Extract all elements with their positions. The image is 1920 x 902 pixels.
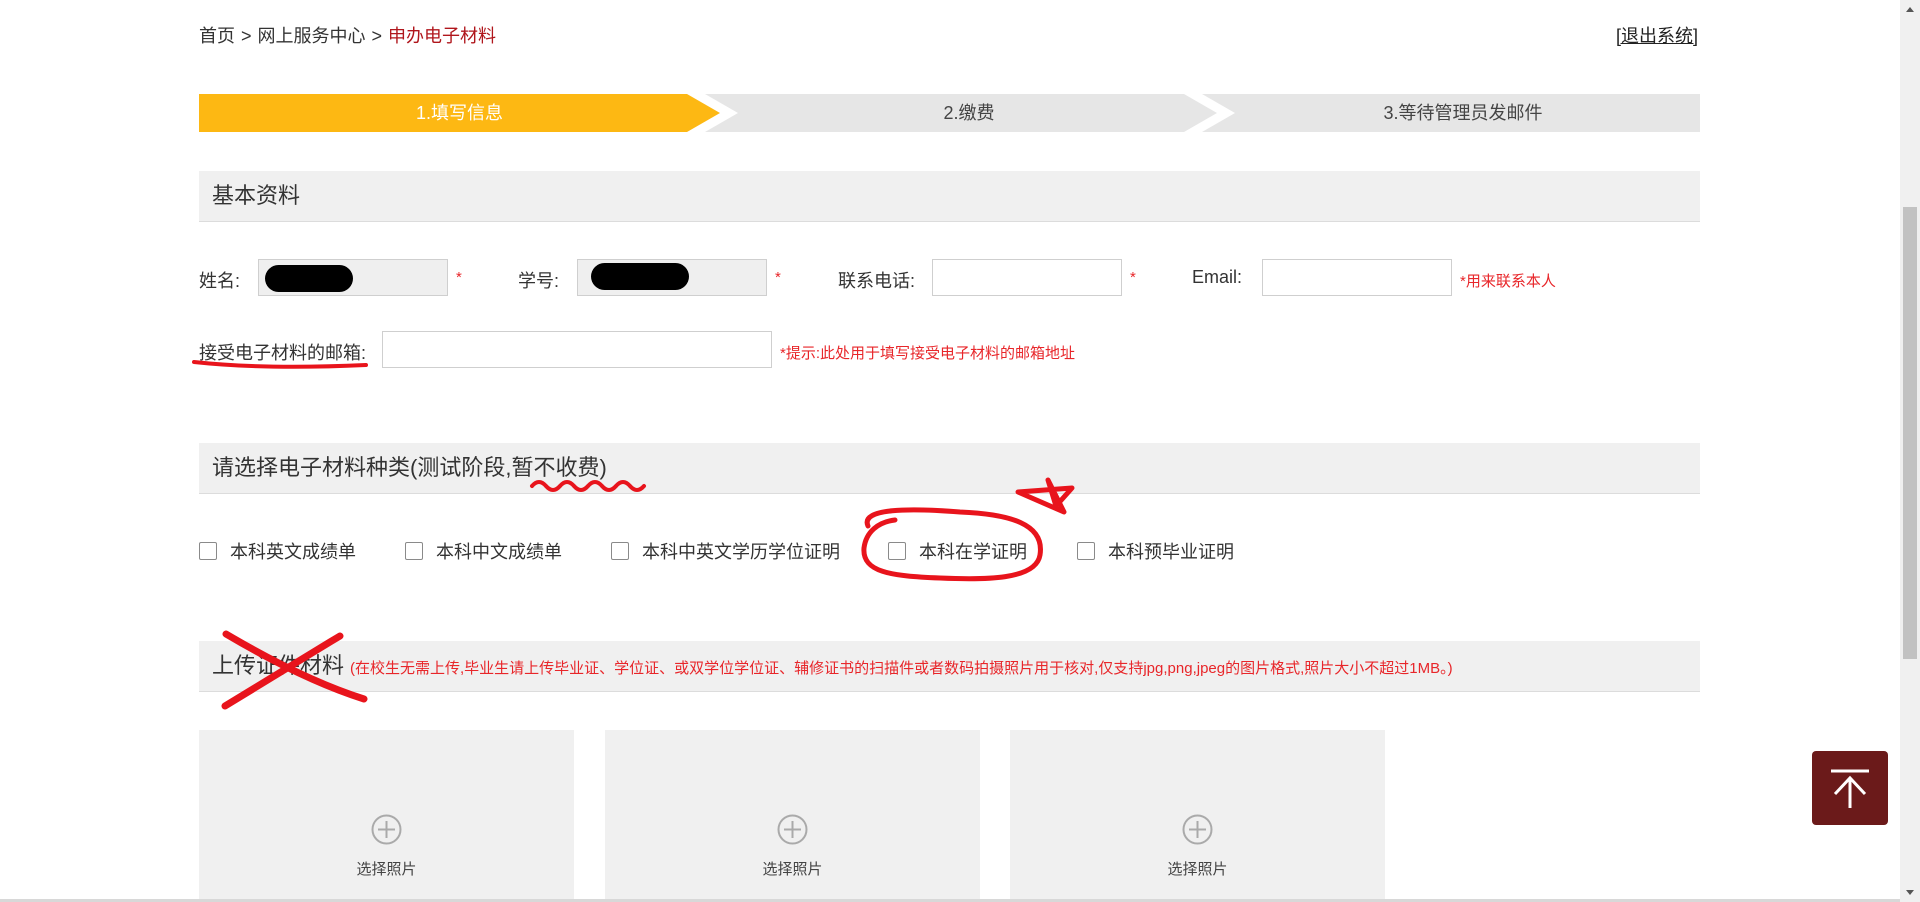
step-label: 1.填写信息 [415, 103, 503, 123]
option-label: 本科预毕业证明 [1108, 542, 1234, 562]
breadcrumb-separator: > [371, 26, 383, 46]
step-label: 2.缴费 [943, 103, 995, 123]
phone-label: 联系电话: [838, 271, 916, 291]
option-english-transcript[interactable]: 本科英文成绩单 [199, 538, 356, 564]
progress-steps: 1.填写信息 2.缴费 3.等待管理员发邮件 [199, 94, 1700, 132]
option-label: 本科英文成绩单 [230, 542, 356, 562]
checkbox[interactable] [199, 542, 217, 560]
breadcrumb-home[interactable]: 首页 [199, 26, 235, 46]
recv-email-field[interactable] [382, 331, 772, 368]
upload-slot[interactable]: 选择照片 [199, 730, 574, 902]
phone-field[interactable] [932, 259, 1122, 296]
section-title: 请选择电子材料种类(测试阶段,暂不收费) [212, 455, 607, 480]
option-enrollment-certificate[interactable]: 本科在学证明 [888, 538, 1027, 564]
upload-slot-label: 选择照片 [762, 861, 823, 878]
breadcrumb-current: 申办电子材料 [388, 26, 497, 46]
option-label: 本科中文成绩单 [436, 542, 562, 562]
option-pre-graduation-certificate[interactable]: 本科预毕业证明 [1077, 538, 1234, 564]
email-hint: *用来联系本人 [1460, 273, 1556, 290]
student-id-label: 学号: [518, 271, 560, 291]
vertical-scrollbar[interactable] [1900, 0, 1920, 902]
section-title: 上传证件材料 [212, 653, 345, 678]
breadcrumb-separator: > [241, 26, 252, 46]
required-mark: * [775, 269, 781, 286]
step-wait-email: 3.等待管理员发邮件 [1202, 94, 1700, 132]
section-basic-info: 基本资料 [199, 171, 1700, 222]
section-title: 基本资料 [212, 183, 301, 208]
option-label: 本科中英文学历学位证明 [642, 542, 840, 562]
checkbox[interactable] [1077, 542, 1095, 560]
email-field[interactable] [1262, 259, 1452, 296]
option-chinese-transcript[interactable]: 本科中文成绩单 [405, 538, 562, 564]
breadcrumb-service-center[interactable]: 网上服务中心 [258, 26, 366, 46]
breadcrumb: 首页 > 网上服务中心 > 申办电子材料 [199, 22, 496, 48]
scrollbar-thumb[interactable] [1903, 207, 1917, 659]
step-label: 3.等待管理员发邮件 [1383, 103, 1543, 123]
step-payment: 2.缴费 [705, 94, 1217, 132]
page: 首页 > 网上服务中心 > 申办电子材料 [退出系统] 1.填写信息 2.缴费 3.等待… [0, 0, 1920, 902]
required-mark: * [456, 269, 462, 286]
recv-email-hint: *提示:此处用于填写接受电子材料的邮箱地址 [780, 345, 1076, 362]
scroll-down-arrow-icon[interactable] [1900, 886, 1920, 900]
recv-email-label: 接受电子材料的邮箱: [199, 343, 367, 363]
upload-slot-label: 选择照片 [1167, 861, 1228, 878]
checkbox[interactable] [405, 542, 423, 560]
step-fill-info: 1.填写信息 [199, 94, 720, 132]
upload-slot[interactable]: 选择照片 [605, 730, 980, 902]
plus-circle-icon [1182, 814, 1213, 845]
upload-slot-label: 选择照片 [356, 861, 417, 878]
redaction-mark [265, 265, 353, 292]
scroll-up-arrow-icon[interactable] [1900, 2, 1920, 16]
checkbox[interactable] [611, 542, 629, 560]
upload-slot[interactable]: 选择照片 [1010, 730, 1385, 902]
section-material-types: 请选择电子材料种类(测试阶段,暂不收费) [199, 443, 1700, 494]
name-label: 姓名: [199, 271, 241, 291]
required-mark: * [1130, 269, 1136, 286]
option-degree-certificate[interactable]: 本科中英文学历学位证明 [611, 538, 840, 564]
back-to-top-button[interactable] [1812, 751, 1888, 825]
section-upload: 上传证件材料 (在校生无需上传,毕业生请上传毕业证、学位证、或双学位学位证、辅修证… [199, 641, 1700, 692]
upload-note: (在校生无需上传,毕业生请上传毕业证、学位证、或双学位学位证、辅修证书的扫描件或… [350, 660, 1453, 677]
logout-link[interactable]: [退出系统] [1616, 22, 1698, 48]
arrow-up-to-top-icon [1831, 769, 1869, 808]
email-label: Email: [1192, 267, 1243, 287]
option-label: 本科在学证明 [919, 542, 1027, 562]
redaction-mark [591, 263, 689, 290]
checkbox[interactable] [888, 542, 906, 560]
plus-circle-icon [777, 814, 808, 845]
plus-circle-icon [371, 814, 402, 845]
